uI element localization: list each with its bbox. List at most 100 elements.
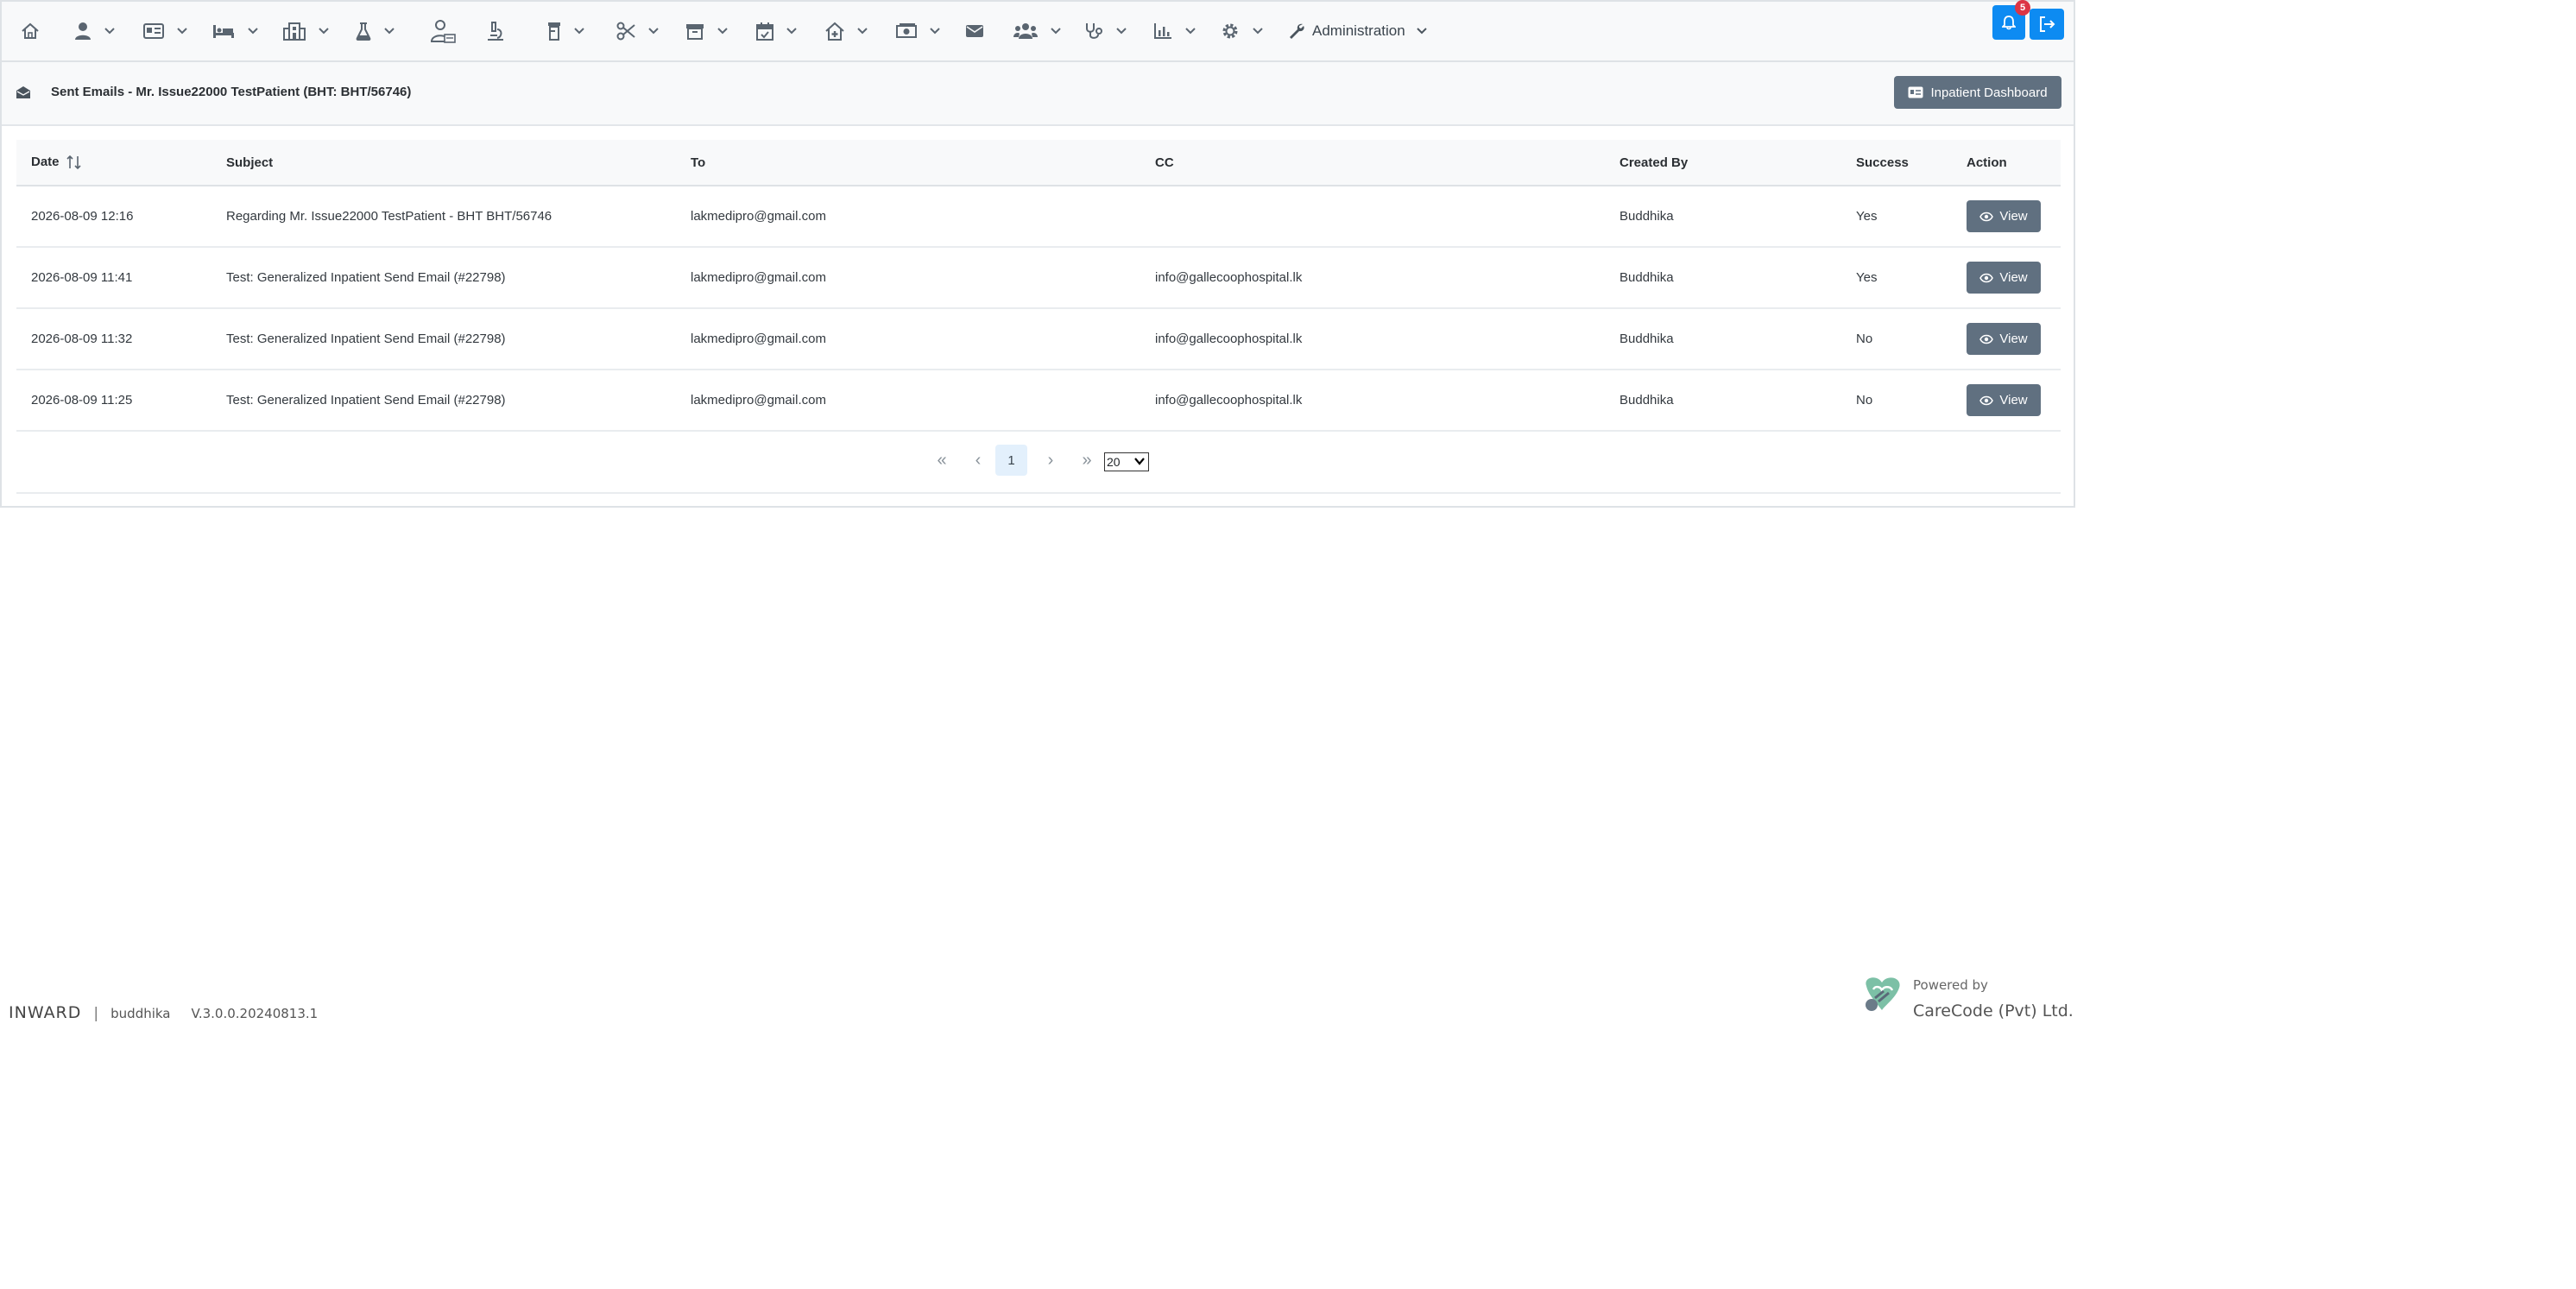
column-header-date-label: Date bbox=[31, 154, 60, 169]
top-navbar: Administration 5 bbox=[2, 0, 2074, 62]
chevron-down-icon bbox=[930, 28, 940, 35]
sent-emails-table: Date Subject To CC Created By Success Ac… bbox=[16, 140, 2061, 432]
cell-date: 2026-08-09 12:16 bbox=[16, 186, 212, 248]
table-row: 2026-08-09 11:41 Test: Generalized Inpat… bbox=[16, 247, 2061, 309]
cell-subject: Test: Generalized Inpatient Send Email (… bbox=[212, 308, 676, 370]
nav-cashier-menu[interactable] bbox=[896, 16, 941, 47]
page-1-button[interactable]: 1 bbox=[995, 445, 1027, 476]
microscope-icon bbox=[488, 22, 503, 41]
nav-store-menu[interactable] bbox=[685, 16, 729, 47]
rows-per-page-value: 20 bbox=[1107, 455, 1121, 469]
inpatient-dashboard-label: Inpatient Dashboard bbox=[1930, 85, 2048, 100]
footer-username: buddhika bbox=[110, 1006, 171, 1021]
chevron-down-icon bbox=[1134, 458, 1145, 465]
notification-count-badge: 5 bbox=[2015, 0, 2030, 16]
column-header-success: Success bbox=[1841, 140, 1952, 186]
cell-cc: info@gallecoophospital.lk bbox=[1140, 308, 1605, 370]
cell-success: No bbox=[1841, 308, 1952, 370]
chevron-down-icon bbox=[786, 28, 797, 35]
cell-created-by: Buddhika bbox=[1605, 370, 1841, 432]
nav-registration-menu[interactable] bbox=[143, 16, 188, 47]
bell-icon bbox=[2002, 16, 2016, 30]
cell-date: 2026-08-09 11:25 bbox=[16, 370, 212, 432]
column-header-created-by: Created By bbox=[1605, 140, 1841, 186]
nav-doctors[interactable] bbox=[430, 16, 456, 47]
wrench-icon bbox=[1290, 23, 1304, 39]
chevron-down-icon bbox=[319, 28, 329, 35]
column-header-date[interactable]: Date bbox=[16, 140, 212, 186]
view-button[interactable]: View bbox=[1967, 200, 2041, 232]
cell-to: lakmedipro@gmail.com bbox=[676, 247, 1140, 309]
view-label: View bbox=[1999, 270, 2028, 285]
chevron-down-icon bbox=[1185, 28, 1196, 35]
nav-clinic-menu[interactable] bbox=[825, 16, 868, 47]
eye-icon bbox=[1979, 212, 1994, 221]
footer-info: INWARD | buddhika V.3.0.0.20240813.1 bbox=[9, 1003, 318, 1022]
chevron-down-icon bbox=[717, 28, 728, 35]
scissors-icon bbox=[616, 22, 635, 41]
chevron-down-icon bbox=[384, 28, 395, 35]
notifications-button[interactable]: 5 bbox=[1992, 0, 2030, 40]
cell-subject: Test: Generalized Inpatient Send Email (… bbox=[212, 247, 676, 309]
footer-app-name: INWARD bbox=[9, 1003, 82, 1022]
money-bill-icon bbox=[896, 23, 917, 38]
chevron-down-icon bbox=[1116, 28, 1127, 35]
first-page-button[interactable]: « bbox=[930, 445, 954, 476]
carecode-logo-icon bbox=[1866, 977, 1900, 1011]
chevron-down-icon bbox=[648, 28, 659, 35]
eye-icon bbox=[1979, 334, 1994, 344]
view-button[interactable]: View bbox=[1967, 262, 2041, 294]
view-label: View bbox=[1999, 332, 2028, 346]
chevron-down-icon bbox=[248, 28, 258, 35]
logout-icon bbox=[2040, 16, 2055, 32]
eye-icon bbox=[1979, 395, 1994, 405]
nav-lab-menu[interactable] bbox=[356, 16, 395, 47]
nav-home[interactable] bbox=[21, 16, 40, 47]
view-button[interactable]: View bbox=[1967, 384, 2041, 416]
nav-appointments-menu[interactable] bbox=[756, 16, 798, 47]
cell-created-by: Buddhika bbox=[1605, 186, 1841, 248]
footer-version: V.3.0.0.20240813.1 bbox=[191, 1006, 319, 1021]
cell-action: View bbox=[1952, 370, 2061, 432]
building-icon bbox=[283, 22, 306, 41]
nav-settings-menu[interactable] bbox=[1221, 16, 1264, 47]
table-row: 2026-08-09 12:16 Regarding Mr. Issue2200… bbox=[16, 186, 2061, 248]
user-icon bbox=[75, 22, 91, 40]
logout-button[interactable] bbox=[2030, 9, 2064, 40]
cell-created-by: Buddhika bbox=[1605, 247, 1841, 309]
nav-pharmacy-menu[interactable] bbox=[547, 16, 585, 47]
nav-patients-menu[interactable] bbox=[74, 16, 116, 47]
cell-subject: Test: Generalized Inpatient Send Email (… bbox=[212, 370, 676, 432]
paginator: « ‹ 1 › » 20 bbox=[16, 430, 2061, 494]
cell-to: lakmedipro@gmail.com bbox=[676, 370, 1140, 432]
eye-icon bbox=[1979, 273, 1994, 282]
nav-staff-menu[interactable] bbox=[1013, 16, 1062, 47]
nav-reports-menu[interactable] bbox=[1153, 16, 1196, 47]
last-page-button[interactable]: » bbox=[1075, 445, 1099, 476]
rows-per-page-select[interactable]: 20 bbox=[1104, 452, 1149, 471]
nav-administration-menu[interactable]: Administration bbox=[1288, 16, 1428, 47]
cell-to: lakmedipro@gmail.com bbox=[676, 308, 1140, 370]
inpatient-dashboard-button[interactable]: Inpatient Dashboard bbox=[1894, 76, 2061, 109]
company-name: CareCode (Pvt) Ltd. bbox=[1913, 1002, 2074, 1020]
nav-hospital-menu[interactable] bbox=[283, 16, 330, 47]
nav-clinical-menu[interactable] bbox=[1084, 16, 1127, 47]
nav-email[interactable] bbox=[965, 16, 984, 47]
sort-icon[interactable] bbox=[66, 155, 82, 170]
view-button[interactable]: View bbox=[1967, 323, 2041, 355]
chevron-down-icon bbox=[104, 28, 115, 35]
administration-label: Administration bbox=[1312, 22, 1405, 39]
chevron-down-icon bbox=[177, 28, 187, 35]
flask-icon bbox=[356, 22, 371, 41]
previous-page-button[interactable]: ‹ bbox=[968, 445, 988, 476]
next-page-button[interactable]: › bbox=[1040, 445, 1061, 476]
nav-investigations[interactable] bbox=[485, 16, 506, 47]
envelope-icon bbox=[966, 25, 983, 37]
chevron-down-icon bbox=[1051, 28, 1061, 35]
nav-theatre-menu[interactable] bbox=[616, 16, 660, 47]
archive-icon bbox=[686, 24, 704, 40]
cell-subject: Regarding Mr. Issue22000 TestPatient - B… bbox=[212, 186, 676, 248]
column-header-to: To bbox=[676, 140, 1140, 186]
cell-cc: info@gallecoophospital.lk bbox=[1140, 370, 1605, 432]
nav-inward-menu[interactable] bbox=[212, 16, 259, 47]
